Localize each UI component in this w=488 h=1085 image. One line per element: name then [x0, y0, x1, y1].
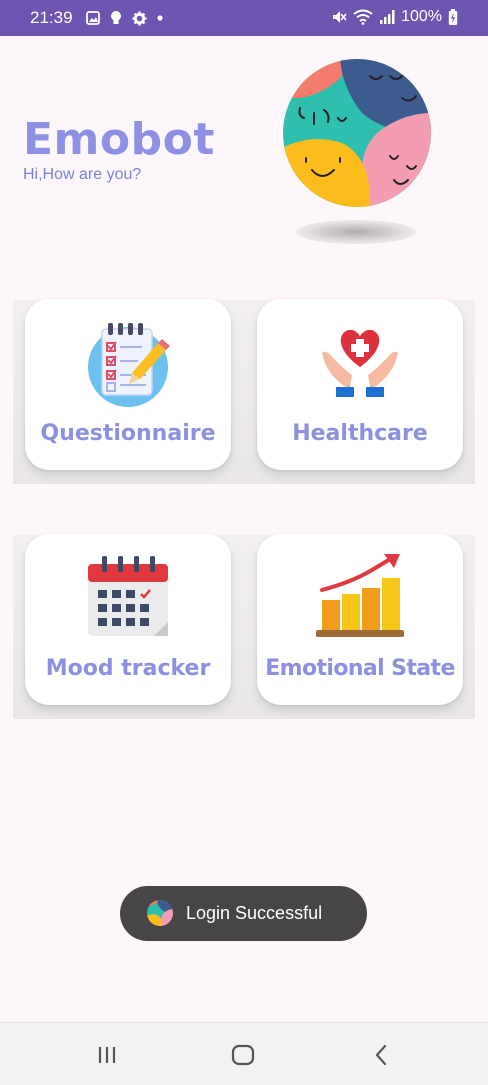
- growth-bar-chart-icon: [312, 550, 408, 646]
- mood-tracker-label: Mood tracker: [45, 656, 211, 681]
- recent-apps-icon[interactable]: [92, 1041, 122, 1069]
- wifi-icon: [353, 9, 373, 25]
- hands-heart-icon: [312, 315, 408, 411]
- bulb-icon: [110, 10, 122, 26]
- questionnaire-card[interactable]: Questionnaire: [25, 299, 231, 470]
- login-toast: Login Successful: [120, 886, 367, 941]
- mute-icon: [331, 9, 347, 25]
- gear-icon: [132, 10, 147, 26]
- checklist-clipboard-icon: [80, 315, 176, 411]
- status-left-icons: [86, 10, 163, 26]
- mood-tracker-card[interactable]: Mood tracker: [25, 534, 231, 705]
- healthcare-label: Healthcare: [292, 421, 428, 446]
- status-right-icons: 100%: [331, 8, 458, 26]
- app-title: Emobot: [23, 114, 215, 165]
- signal-icon: [379, 9, 395, 25]
- status-time: 21:39: [30, 8, 73, 27]
- battery-percent: 100%: [401, 8, 442, 25]
- toast-message: Login Successful: [186, 903, 323, 923]
- faces-collage-icon: [282, 58, 432, 208]
- calendar-icon: [80, 550, 176, 646]
- back-icon[interactable]: [366, 1041, 396, 1069]
- app-logo-icon: [146, 899, 174, 927]
- cards-row-2: Mood tracker Emotional State: [13, 534, 475, 719]
- questionnaire-label: Questionnaire: [40, 421, 216, 446]
- healthcare-card[interactable]: Healthcare: [257, 299, 463, 470]
- emotional-state-card[interactable]: Emotional State: [257, 534, 463, 705]
- cards-row-1: Questionnaire Healthcare: [13, 299, 475, 484]
- home-icon[interactable]: [228, 1041, 258, 1069]
- status-bar: 21:39 100%: [0, 0, 488, 36]
- emotional-state-label: Emotional State: [265, 656, 455, 681]
- system-nav-bar: [0, 1022, 488, 1085]
- image-icon: [86, 11, 100, 25]
- dot-icon: [157, 15, 163, 21]
- avatar-shadow: [296, 220, 416, 244]
- battery-charging-icon: [448, 8, 458, 26]
- greeting-subtitle: Hi,How are you?: [23, 166, 142, 183]
